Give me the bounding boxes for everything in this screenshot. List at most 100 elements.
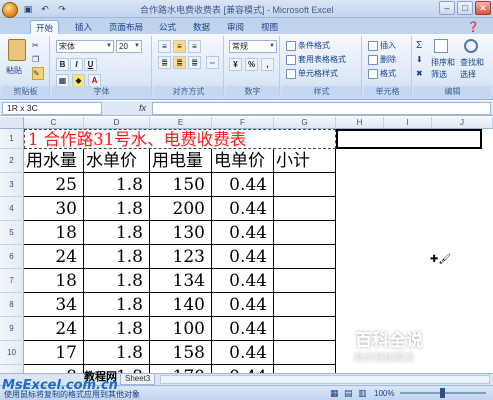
select-all-corner[interactable] xyxy=(0,117,24,129)
align-middle-icon[interactable]: ≡ xyxy=(173,40,186,53)
subtotal-cell[interactable] xyxy=(274,293,336,317)
table-cell[interactable]: 1.8 xyxy=(84,197,150,221)
table-cell[interactable]: 0.44 xyxy=(212,269,274,293)
tab-view[interactable]: 视图 xyxy=(256,20,283,34)
subtotal-cell[interactable] xyxy=(274,317,336,341)
header-cell-subtotal[interactable]: 小计 xyxy=(274,149,336,173)
format-painter-icon[interactable]: ✎ xyxy=(32,67,44,80)
table-cell[interactable]: 0.44 xyxy=(212,221,274,245)
zoom-level[interactable]: 100% xyxy=(374,389,394,398)
column-header-e[interactable]: E xyxy=(150,117,212,129)
tab-page-layout[interactable]: 页面布局 xyxy=(104,20,148,34)
currency-icon[interactable]: ¥ xyxy=(229,58,242,71)
close-button[interactable]: ✕ xyxy=(475,1,491,15)
conditional-format-button[interactable]: 条件格式 xyxy=(286,39,330,52)
cell-i1[interactable] xyxy=(384,129,432,149)
table-cell[interactable]: 18 xyxy=(24,269,84,293)
tab-formulas[interactable]: 公式 xyxy=(154,20,181,34)
row-header-9[interactable]: 9 xyxy=(0,317,24,341)
underline-button[interactable]: U xyxy=(84,58,97,71)
autosum-icon[interactable]: Σ xyxy=(416,39,422,52)
filter-button[interactable]: 筛选 xyxy=(431,68,447,81)
number-format-select[interactable]: 常规 ▼ xyxy=(229,40,277,53)
view-page-break-icon[interactable]: ▥ xyxy=(358,388,367,399)
office-button[interactable] xyxy=(2,2,18,18)
table-cell[interactable]: 24 xyxy=(24,317,84,341)
insert-cells-button[interactable]: 插入 xyxy=(368,39,396,52)
subtotal-cell[interactable] xyxy=(274,341,336,365)
merge-center-icon[interactable]: ⇔ xyxy=(206,56,219,69)
row-header-2[interactable]: 2 xyxy=(0,149,24,173)
column-header-g[interactable]: G xyxy=(274,117,336,129)
row-header-8[interactable]: 8 xyxy=(0,293,24,317)
table-cell[interactable]: 25 xyxy=(24,173,84,197)
row-header-4[interactable]: 4 xyxy=(0,197,24,221)
percent-button[interactable]: % xyxy=(245,58,258,71)
header-cell-water-usage[interactable]: 用水量 xyxy=(24,149,84,173)
font-name-select[interactable]: 宋体 ▼ xyxy=(56,40,114,53)
subtotal-cell[interactable] xyxy=(274,173,336,197)
table-cell[interactable]: 123 xyxy=(150,245,212,269)
column-header-h[interactable]: H xyxy=(336,117,384,129)
cut-icon[interactable]: ✂ xyxy=(32,39,39,52)
italic-button[interactable]: I xyxy=(70,58,83,71)
clear-icon[interactable]: ✖ xyxy=(416,67,423,80)
table-cell[interactable]: 1.8 xyxy=(84,245,150,269)
table-cell[interactable]: 0.44 xyxy=(212,173,274,197)
align-center-icon[interactable]: ≣ xyxy=(173,56,186,69)
table-cell[interactable]: 1.8 xyxy=(84,221,150,245)
tab-review[interactable]: 审阅 xyxy=(222,20,249,34)
font-size-select[interactable]: 20 ▼ xyxy=(116,40,142,53)
paste-button[interactable]: 粘贴 xyxy=(6,64,22,77)
align-top-icon[interactable]: ≡ xyxy=(158,40,171,53)
zoom-slider-thumb[interactable] xyxy=(440,388,445,398)
align-right-icon[interactable]: ≣ xyxy=(188,56,201,69)
sheet-title-cell[interactable]: 1 合作路31号水、电费收费表 xyxy=(24,129,336,149)
column-header-j[interactable]: J xyxy=(432,117,493,129)
table-cell[interactable]: 30 xyxy=(24,197,84,221)
table-cell[interactable]: 140 xyxy=(150,293,212,317)
format-cells-button[interactable]: 格式 xyxy=(368,67,396,80)
cell-styles-button[interactable]: 单元格样式 xyxy=(286,67,338,80)
paste-icon[interactable] xyxy=(8,39,26,61)
align-bottom-icon[interactable]: ≡ xyxy=(188,40,201,53)
table-cell[interactable]: 17 xyxy=(24,341,84,365)
subtotal-cell[interactable] xyxy=(274,245,336,269)
sort-filter-icon[interactable] xyxy=(434,39,448,53)
delete-cells-button[interactable]: 删除 xyxy=(368,53,396,66)
table-cell[interactable]: 0.44 xyxy=(212,245,274,269)
table-cell[interactable]: 1.8 xyxy=(84,293,150,317)
table-cell[interactable]: 0.44 xyxy=(212,341,274,365)
view-layout-icon[interactable]: ▤ xyxy=(344,388,353,399)
bold-button[interactable]: B xyxy=(56,58,69,71)
undo-icon[interactable]: ↶ xyxy=(38,2,52,16)
table-cell[interactable]: 150 xyxy=(150,173,212,197)
header-cell-power-price[interactable]: 电单价 xyxy=(212,149,274,173)
table-cell[interactable]: 1.8 xyxy=(84,341,150,365)
table-cell[interactable]: 0.44 xyxy=(212,317,274,341)
column-header-f[interactable]: F xyxy=(212,117,274,129)
help-icon[interactable]: ❓ xyxy=(462,20,484,34)
align-left-icon[interactable]: ≣ xyxy=(158,56,171,69)
maximize-button[interactable]: □ xyxy=(457,1,473,15)
fill-icon[interactable]: ⬇ xyxy=(416,53,423,66)
table-cell[interactable]: 0.44 xyxy=(212,197,274,221)
table-cell[interactable]: 100 xyxy=(150,317,212,341)
row-header-3[interactable]: 3 xyxy=(0,173,24,197)
format-as-table-button[interactable]: 套用表格格式 xyxy=(286,53,346,66)
row-header-10[interactable]: 10 xyxy=(0,341,24,365)
table-cell[interactable]: 24 xyxy=(24,245,84,269)
table-cell[interactable]: 1.8 xyxy=(84,173,150,197)
table-cell[interactable]: 1.8 xyxy=(84,317,150,341)
redo-icon[interactable]: ↷ xyxy=(55,2,69,16)
row-header-5[interactable]: 5 xyxy=(0,221,24,245)
row-header-6[interactable]: 6 xyxy=(0,245,24,269)
tab-insert[interactable]: 插入 xyxy=(70,20,97,34)
header-cell-water-price[interactable]: 水单价 xyxy=(84,149,150,173)
header-cell-power-usage[interactable]: 用电量 xyxy=(150,149,212,173)
row-header-1[interactable]: 1 xyxy=(0,129,24,149)
horizontal-scrollbar[interactable] xyxy=(160,375,490,384)
formula-input[interactable] xyxy=(152,102,491,115)
row-header-7[interactable]: 7 xyxy=(0,269,24,293)
save-icon[interactable]: ▣ xyxy=(21,2,35,16)
